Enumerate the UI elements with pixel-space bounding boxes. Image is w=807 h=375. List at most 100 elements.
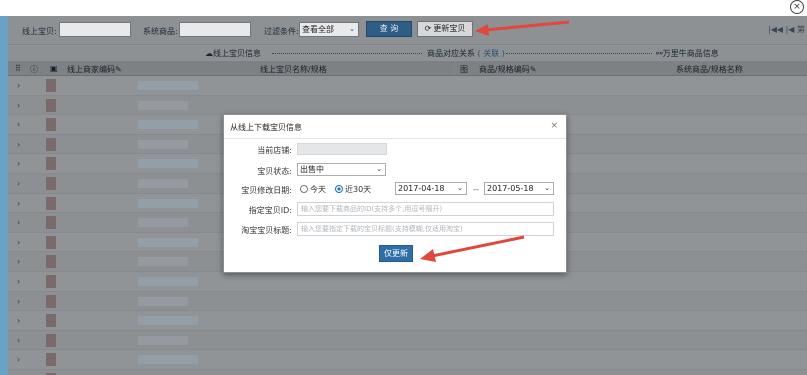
refresh-icon: ⟳ [424,24,432,33]
expand-chevron-icon[interactable]: › [17,355,20,364]
edit-icon: ✎ [529,65,537,74]
last30-radio[interactable]: 近30天 [335,184,371,195]
expand-chevron-icon[interactable]: › [17,120,20,129]
blurred-item-name [138,316,198,326]
table-row[interactable]: › [8,291,807,312]
date-from-select[interactable]: 2017-04-18 ⌄ [395,182,467,195]
date-to-select[interactable]: 2017-05-18 ⌄ [484,182,554,195]
system-item-label: 系统商品: [143,27,178,36]
filter-label: 过滤条件: [264,27,299,36]
item-thumbnail [46,314,56,328]
column-product-code[interactable]: 商品/规格编码✎ [479,64,536,75]
expand-chevron-icon[interactable]: › [17,297,20,306]
date-label: 宝贝修改日期: [241,186,292,195]
image-column-icon: ▣ [50,64,58,73]
column-online-name[interactable]: 线上宝贝名称/规格 [260,64,327,75]
blurred-item-name [138,81,198,90]
expand-chevron-icon[interactable]: › [17,199,20,208]
expand-chevron-icon[interactable]: › [17,179,20,188]
query-button[interactable]: 查 询 [366,21,412,37]
item-id-input[interactable]: 输入您要下载商品的ID(支持多个,用逗号隔开) [297,202,554,216]
expand-chevron-icon[interactable]: › [17,218,20,227]
group-divider-right [506,53,652,54]
column-system-name[interactable]: 系统商品/规格名称 [676,64,743,75]
item-thumbnail [46,353,56,367]
expand-chevron-icon[interactable]: › [17,336,20,345]
table-row[interactable]: › [8,350,807,370]
relation-link[interactable]: ( 关联 ) [478,49,505,58]
item-id-label: 指定宝贝ID: [248,206,292,215]
chevron-down-icon: ⌄ [457,184,463,192]
status-select[interactable]: 出售中 ⌄ [297,163,386,176]
table-row[interactable]: › [8,271,807,292]
table-row[interactable]: › [8,76,807,96]
close-icon[interactable]: × [550,121,558,131]
info-icon[interactable]: ⓘ [30,64,38,75]
item-thumbnail [46,333,56,347]
expand-chevron-icon[interactable]: › [17,101,20,110]
status-label: 宝贝状态: [257,167,292,176]
cloud-icon: ☁ [205,49,213,58]
expand-chevron-icon[interactable]: › [17,316,20,325]
online-item-input[interactable] [59,22,131,37]
chevron-down-icon: ⌄ [376,165,382,173]
table-row[interactable]: › [8,330,807,351]
relation-group: 商品对应关系 ( 关联 ) [427,49,505,58]
expand-chevron-icon[interactable]: › [17,277,20,286]
left-edge-bar [0,16,8,375]
status-select-value: 出售中 [300,165,324,174]
dialog-title: 从线上下载宝贝信息 [230,123,302,132]
item-thumbnail [46,196,56,210]
expand-chevron-icon[interactable]: › [17,257,20,266]
expand-chevron-icon[interactable]: › [17,140,20,149]
column-image: 图 [460,65,468,74]
today-radio[interactable]: 今天 [300,184,326,195]
expand-chevron-icon[interactable]: › [17,81,20,90]
item-thumbnail [46,255,56,269]
dialog-header: 从线上下载宝贝信息 × [224,115,566,139]
edit-icon: ✎ [115,65,122,74]
blurred-item-name [138,237,198,247]
grid-menu-icon[interactable]: ⠿ [15,64,21,73]
online-item-label: 线上宝贝: [22,27,57,36]
blurred-item-name [138,276,198,286]
item-thumbnail [46,137,56,151]
filter-select-value: 查看全部 [302,25,334,34]
filter-select[interactable]: 查看全部 ⌄ [299,22,359,37]
blurred-item-name [138,218,188,228]
annotation-arrow-bottom [420,235,525,262]
blurred-item-name [138,198,198,208]
radio-selected-icon [335,185,343,193]
expand-chevron-icon[interactable]: › [17,159,20,168]
blurred-item-name [138,139,188,149]
radio-icon [300,185,308,193]
annotation-arrow-top [475,20,570,36]
system-item-input[interactable] [179,22,251,37]
item-thumbnail [46,157,56,171]
wanli-info-group: ⚯万里牛商品信息 [656,49,719,58]
column-online-code[interactable]: 线上商家编码✎ [67,64,122,75]
blurred-item-name [138,100,188,110]
blurred-item-name [138,257,188,267]
table-row[interactable]: › [8,369,807,375]
online-info-group: ☁线上宝贝信息 [205,49,261,58]
corner-close-icon[interactable]: × [790,0,804,14]
item-thumbnail [46,274,56,288]
update-items-label: 更新宝贝 [433,24,466,33]
blurred-item-name [138,355,198,365]
expand-chevron-icon[interactable]: › [17,238,20,247]
window-title-strip: × [0,0,807,16]
table-row[interactable]: › [8,95,807,116]
only-update-button[interactable]: 仅更新 [379,245,413,262]
title-label: 淘宝宝贝标题: [241,226,292,235]
column-group-row: ☁线上宝贝信息 商品对应关系 ( 关联 ) ⚯万里牛商品信息 [8,46,807,60]
filter-toolbar: 线上宝贝: 系统商品: 过滤条件: 查看全部 ⌄ 查 询 ⟳ 更新宝贝 |◀◀ |… [8,16,807,45]
item-thumbnail [46,98,56,112]
update-items-button[interactable]: ⟳ 更新宝贝 [417,21,473,37]
date-separator: -- [473,185,479,194]
blurred-item-name [138,335,188,345]
table-row[interactable]: › [8,311,807,331]
item-thumbnail [46,79,56,92]
grid-header: ⠿ ⓘ ▣ 线上商家编码✎ 线上宝贝名称/规格 图 商品/规格编码✎ 系统商品/… [8,61,807,76]
pager-controls[interactable]: |◀◀ |◀ 第 [768,24,805,35]
